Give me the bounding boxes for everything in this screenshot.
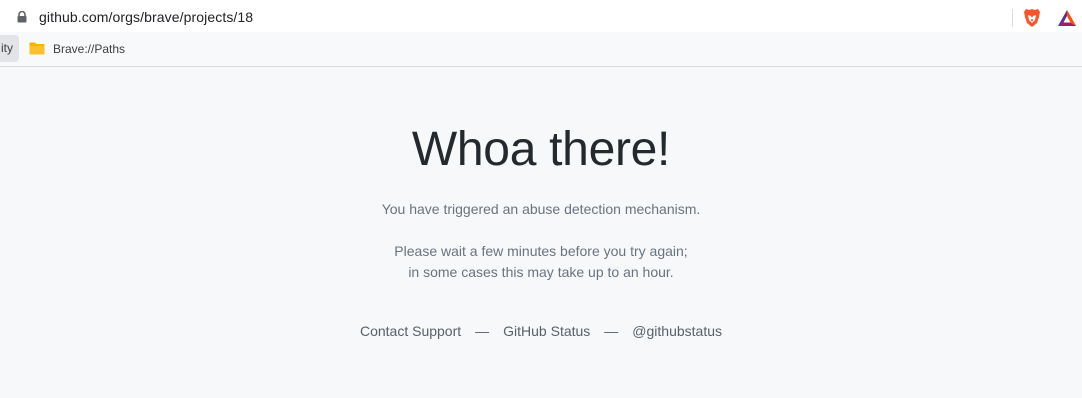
abuse-message: You have triggered an abuse detection me…	[381, 201, 701, 217]
browser-chrome: github.com/orgs/brave/projects/18 ity Br…	[0, 0, 1082, 67]
bookmark-folder-brave-paths[interactable]: Brave://Paths	[25, 35, 131, 62]
separator-dash: —	[475, 323, 490, 339]
bookmark-partial[interactable]: ity	[0, 35, 19, 62]
bookmarks-bar: ity Brave://Paths	[0, 32, 1082, 67]
url-text[interactable]: github.com/orgs/brave/projects/18	[39, 9, 253, 25]
page-content: Whoa there! You have triggered an abuse …	[0, 67, 1082, 398]
brave-shields-icon[interactable]	[1023, 8, 1041, 28]
page-title: Whoa there!	[411, 123, 671, 176]
address-bar[interactable]: github.com/orgs/brave/projects/18	[0, 2, 1082, 32]
wait-message-line-1: Please wait a few minutes before you try…	[394, 243, 688, 259]
bookmark-label: Brave://Paths	[53, 41, 126, 56]
footer-links: Contact Support — GitHub Status — @githu…	[0, 323, 1082, 339]
lock-icon[interactable]	[17, 11, 27, 23]
githubstatus-twitter-link[interactable]: @githubstatus	[632, 323, 722, 339]
wait-message-line-2: in some cases this may take up to an hou…	[408, 264, 674, 280]
github-status-link[interactable]: GitHub Status	[503, 323, 590, 339]
separator-dash: —	[604, 323, 619, 339]
folder-icon	[29, 42, 45, 55]
bookmark-partial-label: ity	[1, 41, 13, 55]
bat-rewards-icon[interactable]	[1057, 9, 1077, 27]
contact-support-link[interactable]: Contact Support	[360, 323, 461, 339]
toolbar-separator	[1012, 9, 1013, 27]
